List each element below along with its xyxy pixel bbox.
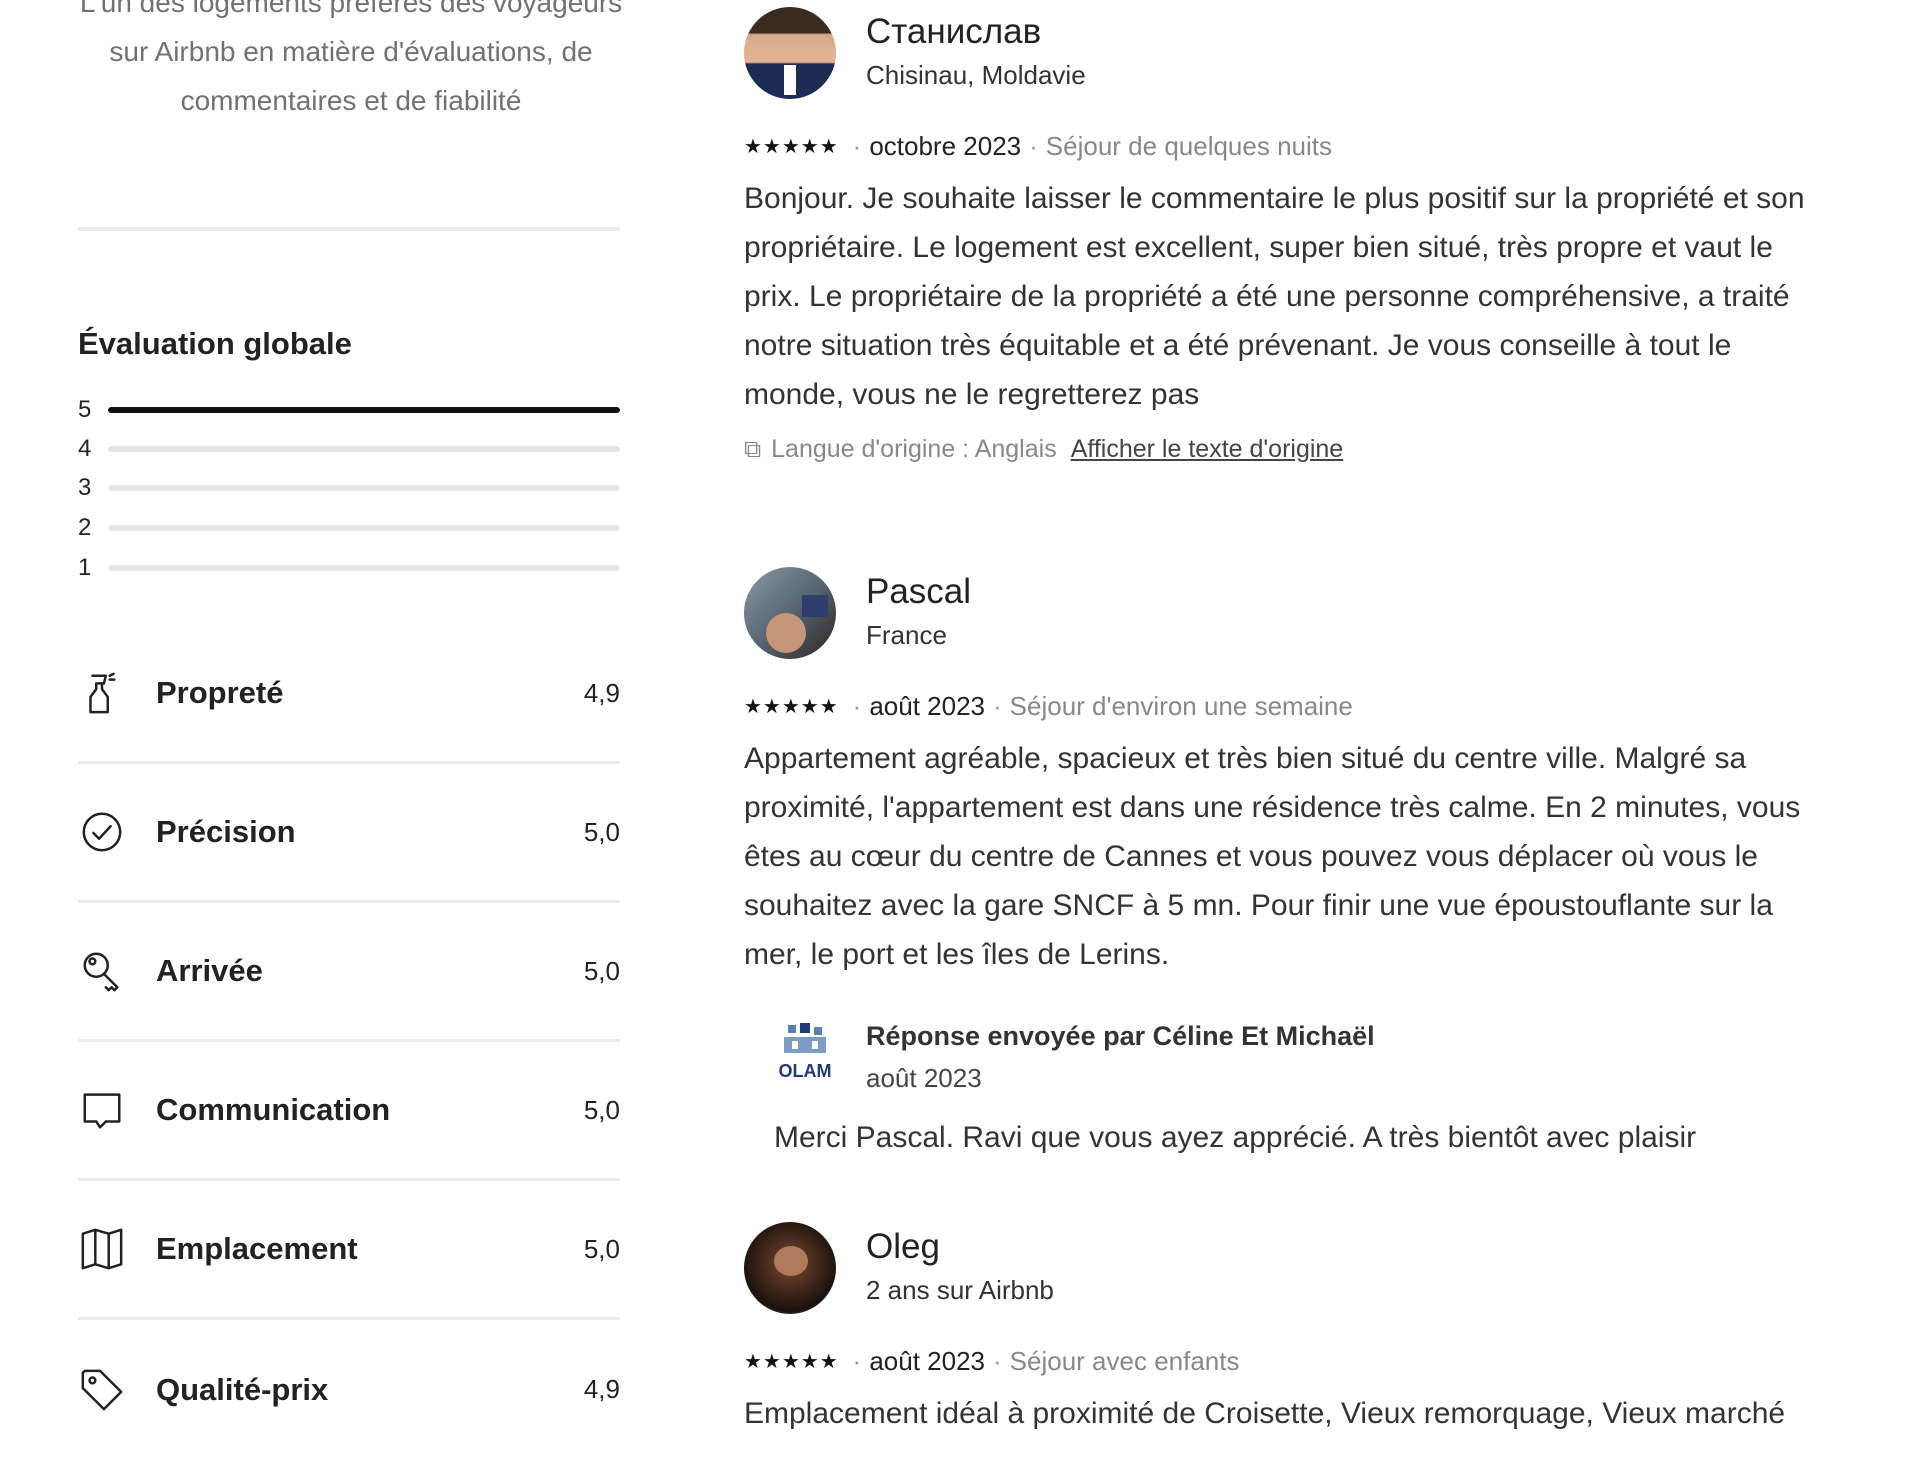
category-label: Propreté <box>156 675 284 710</box>
category-location: Emplacement 5,0 <box>78 1181 620 1320</box>
category-score: 5,0 <box>583 1094 620 1125</box>
category-label: Communication <box>156 1092 391 1127</box>
rating-bar-track <box>108 565 620 571</box>
rating-bar-1: 1 <box>78 553 620 583</box>
category-label: Qualité-prix <box>156 1371 329 1407</box>
reviewer-location: France <box>866 620 947 650</box>
review-card: Станислав Chisinau, Moldavie ★★★★★ · oct… <box>744 4 1834 464</box>
review-card: Pascal France ★★★★★ · août 2023 · Séjour… <box>744 564 1834 1155</box>
stay-type: Séjour de quelques nuits <box>1045 130 1332 161</box>
reviewer-name[interactable]: Pascal <box>866 570 971 614</box>
overall-rating-title: Évaluation globale <box>78 326 352 361</box>
divider <box>78 227 620 231</box>
rating-bar-5: 5 <box>78 395 620 425</box>
star-rating: ★★★★★ <box>744 135 839 158</box>
category-value: Qualité-prix 4,9 <box>78 1320 620 1459</box>
review-text: Bonjour. Je souhaite laisser le commenta… <box>744 182 1805 411</box>
review-date: octobre 2023 <box>869 130 1022 161</box>
reviewer-name[interactable]: Станислав <box>866 10 1086 54</box>
stay-type: Séjour avec enfants <box>1009 1345 1240 1376</box>
rating-bar-track <box>108 485 620 491</box>
review-text: Appartement agréable, spacieux et très b… <box>744 742 1801 971</box>
show-original-link[interactable]: Afficher le texte d'origine <box>1071 435 1344 464</box>
host-response-header: OLAM Réponse envoyée par Céline Et Micha… <box>774 1015 1834 1099</box>
rating-bar-track <box>108 407 620 413</box>
separator-dot: · <box>852 690 862 721</box>
reviewer-location: 2 ans sur Airbnb <box>866 1275 1054 1305</box>
avatar[interactable] <box>744 7 836 99</box>
stay-type: Séjour d'environ une semaine <box>1009 690 1353 721</box>
category-score: 4,9 <box>583 677 620 708</box>
separator-dot: · <box>993 690 1002 721</box>
star-rating: ★★★★★ <box>744 1350 839 1373</box>
category-label: Emplacement <box>156 1231 358 1266</box>
guest-favorite-description: L'un des logements préférés des voyageur… <box>79 0 623 116</box>
review-meta: ★★★★★ · août 2023 · Séjour d'environ une… <box>744 688 1834 724</box>
category-cleanliness: Propreté 4,9 <box>78 625 620 764</box>
category-accuracy: Précision 5,0 <box>78 764 620 903</box>
rating-bar-4: 4 <box>78 434 620 464</box>
category-score: 4,9 <box>583 1374 620 1404</box>
category-communication: Communication 5,0 <box>78 1042 620 1181</box>
rating-bar-label: 2 <box>78 514 92 541</box>
category-score: 5,0 <box>583 955 620 986</box>
rating-bar-fill <box>108 407 620 413</box>
review-date: août 2023 <box>869 690 985 721</box>
host-response: OLAM Réponse envoyée par Céline Et Micha… <box>774 1015 1834 1155</box>
translate-icon: ⧉ <box>744 435 762 463</box>
translation-note: ⧉ Langue d'origine : Anglais Afficher le… <box>744 435 1834 464</box>
reviewer-location: Chisinau, Moldavie <box>866 60 1086 90</box>
separator-dot: · <box>993 1345 1002 1376</box>
reviewer-header: Pascal France <box>744 564 1834 662</box>
tag-icon <box>78 1366 126 1414</box>
rating-bar-label: 3 <box>78 474 92 501</box>
chat-bubble-icon <box>78 1086 126 1134</box>
spray-bottle-icon <box>78 669 126 717</box>
original-language: Langue d'origine : Anglais <box>771 435 1057 463</box>
category-score: 5,0 <box>583 1233 620 1264</box>
review-text: Emplacement idéal à proximité de Croiset… <box>744 1397 1786 1430</box>
category-label: Précision <box>156 814 296 849</box>
separator-dot: · <box>852 130 862 161</box>
rating-bar-3: 3 <box>78 473 620 503</box>
rating-bar-2: 2 <box>78 513 620 543</box>
host-logo-text: OLAM <box>779 1061 832 1081</box>
host-response-title: Réponse envoyée par Céline Et Michaël <box>866 1021 1375 1051</box>
avatar[interactable] <box>744 567 836 659</box>
separator-dot: · <box>852 1345 862 1376</box>
avatar[interactable] <box>744 1222 836 1314</box>
review-card: Oleg 2 ans sur Airbnb ★★★★★ · août 2023 … <box>744 1219 1834 1438</box>
rating-bar-track <box>108 525 620 531</box>
separator-dot: · <box>1029 130 1038 161</box>
review-date: août 2023 <box>869 1345 985 1376</box>
category-checkin: Arrivée 5,0 <box>78 903 620 1042</box>
check-circle-icon <box>78 808 126 856</box>
rating-bar-track <box>108 446 620 452</box>
reviewer-name[interactable]: Oleg <box>866 1225 1054 1269</box>
host-response-text: Merci Pascal. Ravi que vous ayez appréci… <box>774 1121 1697 1154</box>
map-icon <box>78 1225 126 1273</box>
reviewer-header: Станислав Chisinau, Moldavie <box>744 4 1834 102</box>
review-meta: ★★★★★ · octobre 2023 · Séjour de quelque… <box>744 128 1834 164</box>
rating-bar-label: 1 <box>78 554 92 581</box>
category-score: 5,0 <box>583 816 620 847</box>
rating-bar-label: 4 <box>78 435 92 462</box>
category-label: Arrivée <box>156 953 263 988</box>
host-logo: OLAM <box>774 1021 836 1091</box>
reviewer-header: Oleg 2 ans sur Airbnb <box>744 1219 1834 1317</box>
host-response-date: août 2023 <box>866 1063 982 1093</box>
key-icon <box>78 947 126 995</box>
rating-bar-label: 5 <box>78 396 92 423</box>
review-meta: ★★★★★ · août 2023 · Séjour avec enfants <box>744 1343 1834 1379</box>
star-rating: ★★★★★ <box>744 695 839 718</box>
